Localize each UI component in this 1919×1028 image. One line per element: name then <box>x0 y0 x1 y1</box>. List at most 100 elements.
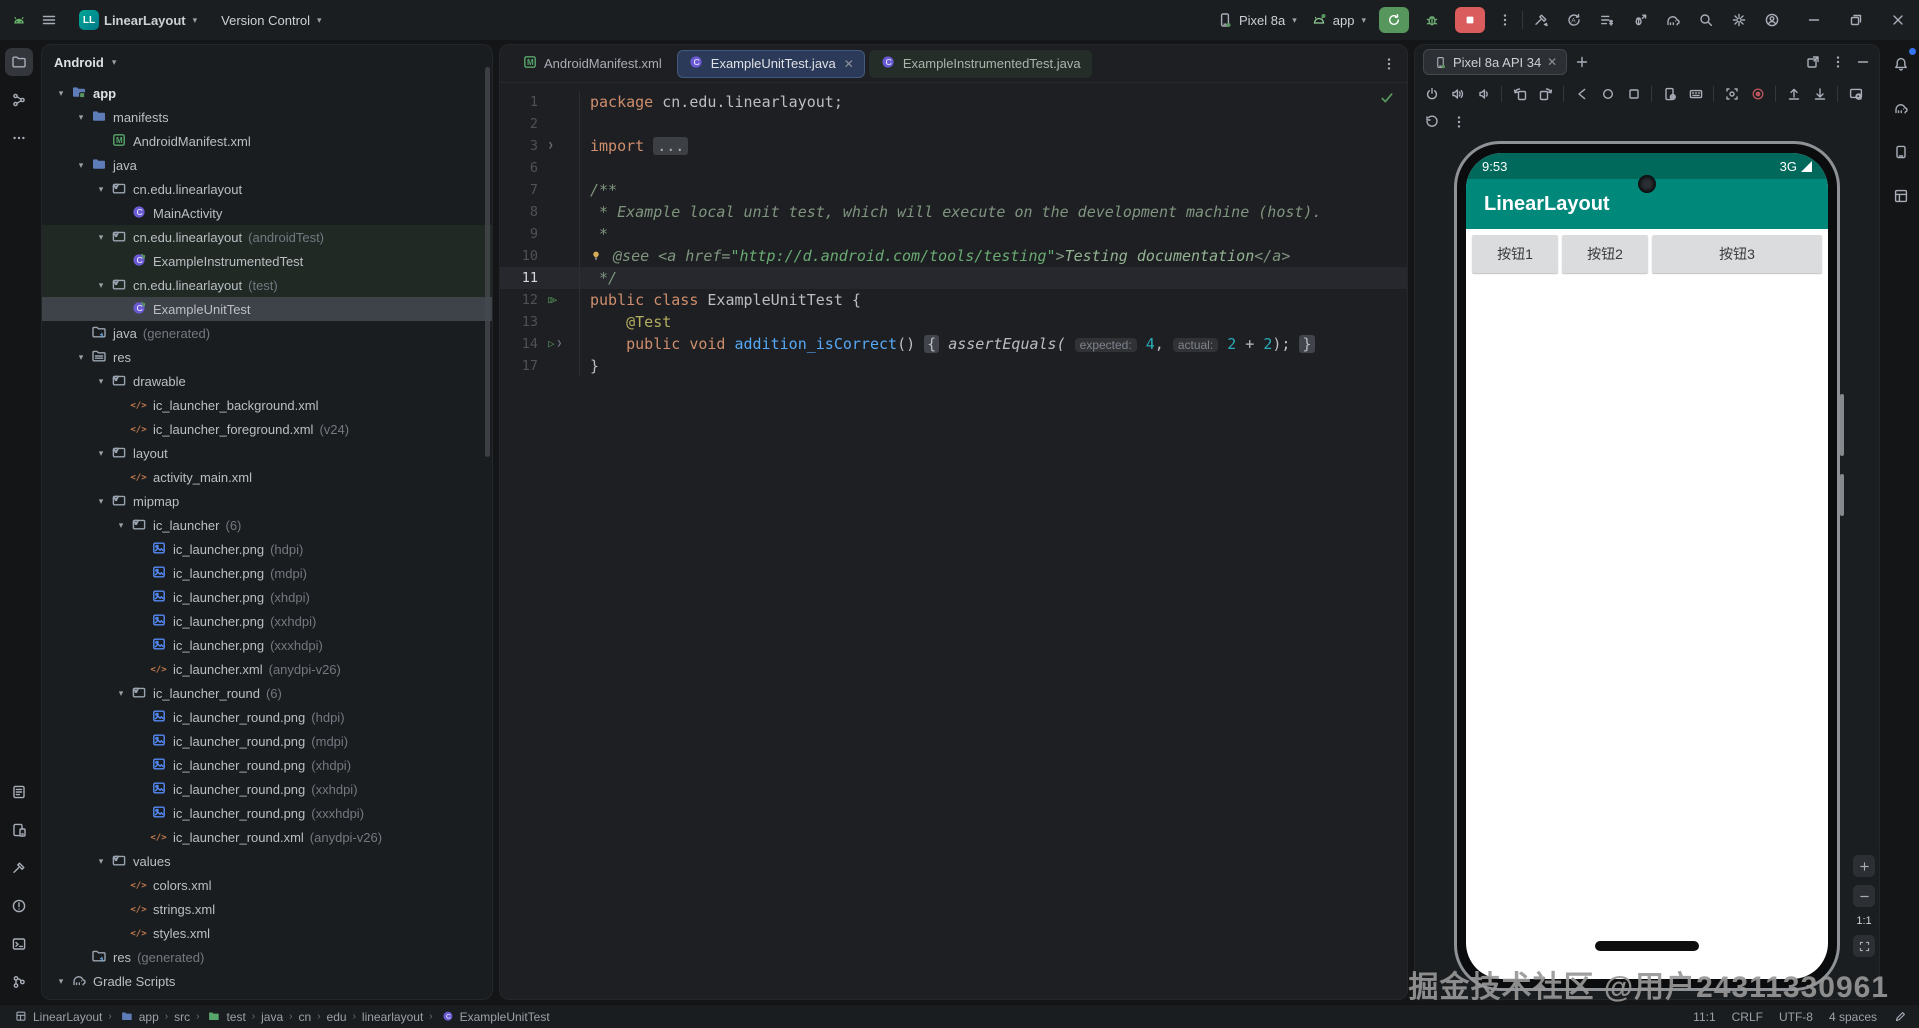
tree-item-mipmap[interactable]: ▾ mipmap <box>42 489 492 513</box>
more-run-actions[interactable] <box>1493 6 1516 34</box>
project-view-selector[interactable]: Android <box>54 55 104 70</box>
tool-strip-version-control[interactable] <box>5 968 33 996</box>
chevron-down-icon[interactable]: ▾ <box>92 448 110 459</box>
tree-item-ic_launcher_foreground.xml[interactable]: </> ic_launcher_foreground.xml (v24) <box>42 417 492 441</box>
chevron-down-icon[interactable]: ▾ <box>92 496 110 507</box>
vcs-widget[interactable]: Version Control ▾ <box>214 6 328 34</box>
project-widget[interactable]: LL LinearLayout ▾ <box>72 6 204 34</box>
caret-position[interactable]: 11:1 <box>1693 1010 1715 1024</box>
device-selector[interactable]: Pixel 8a ▾ <box>1210 6 1304 34</box>
code-line-1[interactable]: 1 package cn.edu.linearlayout; <box>500 91 1407 113</box>
breadcrumb-ExampleUnitTest[interactable]: C ExampleUnitTest <box>439 1007 550 1027</box>
code-line-2[interactable]: 2 <box>500 113 1407 135</box>
code-line-17[interactable]: 17} <box>500 355 1407 377</box>
code-line-9[interactable]: 9 * <box>500 223 1407 245</box>
keyboard-icon[interactable] <box>1687 86 1704 103</box>
reset-icon[interactable] <box>1423 114 1440 131</box>
tree-item-AndroidManifest.xml[interactable]: M AndroidManifest.xml <box>42 129 492 153</box>
rotate-left-icon[interactable] <box>1511 86 1528 103</box>
record-icon[interactable] <box>1749 86 1766 103</box>
gradle-sync-button[interactable] <box>1661 6 1684 34</box>
device-tab[interactable]: Pixel 8a API 34 ✕ <box>1423 49 1568 75</box>
tool-strip-problems[interactable] <box>5 892 33 920</box>
tree-item-cn.edu.linearlayout[interactable]: ▾ cn.edu.linearlayout (androidTest) <box>42 225 492 249</box>
breadcrumb-linearlayout[interactable]: linearlayout <box>362 1010 423 1024</box>
code-line-12[interactable]: 12 ▷▷ public class ExampleUnitTest { <box>500 289 1407 311</box>
volume-up-icon[interactable] <box>1449 86 1466 103</box>
tree-item-ic_launcher.png[interactable]: ic_launcher.png (xhdpi) <box>42 585 492 609</box>
tree-item-ic_launcher_round[interactable]: ▾ ic_launcher_round (6) <box>42 681 492 705</box>
kebab-icon[interactable] <box>1450 114 1467 131</box>
open-in-window-icon[interactable] <box>1804 54 1821 71</box>
tree-item-ic_launcher.png[interactable]: ic_launcher.png (xxxhdpi) <box>42 633 492 657</box>
phone-button-3[interactable]: 按钮3 <box>1652 235 1822 273</box>
breadcrumb-app[interactable]: app <box>118 1007 159 1027</box>
tree-item-ic_launcher_round.xml[interactable]: </> ic_launcher_round.xml (anydpi-v26) <box>42 825 492 849</box>
tree-item-activity_main.xml[interactable]: </> activity_main.xml <box>42 465 492 489</box>
volume-down-icon[interactable] <box>1475 86 1492 103</box>
sync-a-button[interactable]: A <box>1562 6 1585 34</box>
search-button[interactable] <box>1694 6 1717 34</box>
zoom-out-button[interactable] <box>1853 885 1875 907</box>
account-button[interactable] <box>1760 6 1783 34</box>
chevron-down-icon[interactable]: ▾ <box>92 280 110 291</box>
chevron-down-icon[interactable]: ▾ <box>72 352 90 363</box>
tool-strip-layout-inspector[interactable] <box>1887 182 1915 210</box>
phone-button-2[interactable]: 按钮2 <box>1562 235 1648 273</box>
code-line-7[interactable]: 7 /** <box>500 179 1407 201</box>
attach-debug-button[interactable] <box>1628 6 1651 34</box>
tree-item-MainActivity[interactable]: C MainActivity <box>42 201 492 225</box>
tool-strip-structure[interactable] <box>5 86 33 114</box>
tree-item-java[interactable]: java (generated) <box>42 321 492 345</box>
minimize-icon[interactable] <box>1854 54 1871 71</box>
tree-item-app[interactable]: ▾ app <box>42 81 492 105</box>
tree-item-ic_launcher.png[interactable]: ic_launcher.png (mdpi) <box>42 561 492 585</box>
chevron-down-icon[interactable]: ▾ <box>52 88 70 99</box>
tool-strip-logcat[interactable] <box>5 778 33 806</box>
code-line-14[interactable]: 14 ▷ ❯ public void addition_isCorrect() { … <box>500 333 1407 355</box>
screen-search-icon[interactable] <box>1847 86 1864 103</box>
tool-strip-gradle-sync[interactable] <box>1887 94 1915 122</box>
code-editor[interactable]: 1 package cn.edu.linearlayout; 2 3 ❯ import .… <box>500 83 1407 999</box>
tree-item-ic_launcher.xml[interactable]: </> ic_launcher.xml (anydpi-v26) <box>42 657 492 681</box>
tree-item-styles.xml[interactable]: </> styles.xml <box>42 921 492 945</box>
tool-strip-terminal[interactable] <box>5 930 33 958</box>
tree-item-ic_launcher_round.png[interactable]: ic_launcher_round.png (hdpi) <box>42 705 492 729</box>
project-tree-scrollbar[interactable] <box>485 67 490 457</box>
run-config-selector[interactable]: app ▾ <box>1304 6 1373 34</box>
tree-item-ic_launcher[interactable]: ▾ ic_launcher (6) <box>42 513 492 537</box>
tab-ExampleUnitTest.java[interactable]: C ExampleUnitTest.java ✕ <box>676 49 865 78</box>
tool-strip-notifications[interactable] <box>1887 48 1916 78</box>
code-line-3[interactable]: 3 ❯ import ... <box>500 135 1407 157</box>
tree-item-ic_launcher_background.xml[interactable]: </> ic_launcher_background.xml <box>42 393 492 417</box>
tree-item-res[interactable]: ▾ res <box>42 345 492 369</box>
tab-ExampleInstrumentedTest.java[interactable]: C ExampleInstrumentedTest.java <box>868 49 1092 78</box>
zoom-in-button[interactable] <box>1853 855 1875 877</box>
chevron-down-icon[interactable]: ▾ <box>72 112 90 123</box>
chevron-down-icon[interactable]: ▾ <box>112 688 130 699</box>
stop-button[interactable] <box>1455 7 1485 33</box>
profiler-list-button[interactable] <box>1595 6 1618 34</box>
code-line-11[interactable]: 11 */ <box>500 267 1407 289</box>
tree-item-ic_launcher.png[interactable]: ic_launcher.png (xxhdpi) <box>42 609 492 633</box>
inspection-ok-icon[interactable] <box>1378 89 1395 106</box>
tree-item-res[interactable]: res (generated) <box>42 945 492 969</box>
intention-bulb-icon[interactable] <box>590 245 604 267</box>
code-line-8[interactable]: 8 * Example local unit test, which will … <box>500 201 1407 223</box>
tree-item-ic_launcher_round.png[interactable]: ic_launcher_round.png (xxhdpi) <box>42 777 492 801</box>
build-hammer-button[interactable] <box>1529 6 1552 34</box>
chevron-down-icon[interactable]: ▾ <box>92 232 110 243</box>
breadcrumb-cn[interactable]: cn <box>299 1010 312 1024</box>
tree-item-ic_launcher_round.png[interactable]: ic_launcher_round.png (xxxhdpi) <box>42 801 492 825</box>
fit-screen-button[interactable] <box>1853 935 1875 957</box>
tree-item-manifests[interactable]: ▾ manifests <box>42 105 492 129</box>
chevron-down-icon[interactable]: ▾ <box>92 856 110 867</box>
chevron-down-icon[interactable]: ▾ <box>52 976 70 987</box>
breadcrumb-test[interactable]: test <box>205 1007 246 1027</box>
tree-item-colors.xml[interactable]: </> colors.xml <box>42 873 492 897</box>
indent-setting[interactable]: 4 spaces <box>1829 1010 1877 1024</box>
window-restore-button[interactable] <box>1835 0 1877 40</box>
tree-item-values[interactable]: ▾ values <box>42 849 492 873</box>
file-encoding[interactable]: UTF-8 <box>1779 1010 1813 1024</box>
chevron-down-icon[interactable]: ▾ <box>92 184 110 195</box>
